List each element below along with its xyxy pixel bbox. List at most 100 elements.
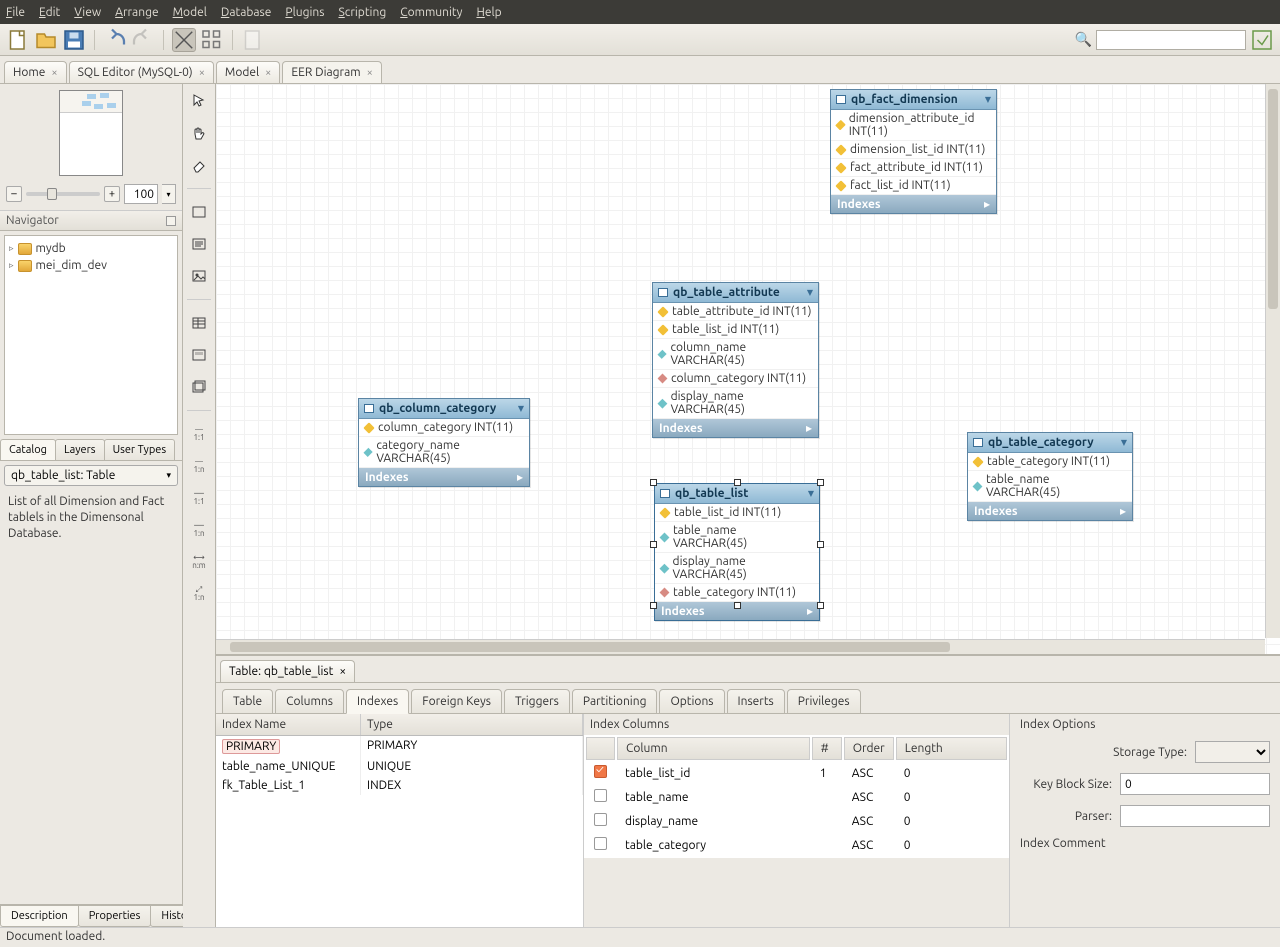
- resize-handle[interactable]: [734, 602, 741, 609]
- col-index-type[interactable]: Type: [361, 714, 583, 735]
- expand-icon[interactable]: ▸: [984, 197, 990, 211]
- entity-qb-table-attribute[interactable]: qb_table_attribute▼ table_attribute_id I…: [652, 282, 819, 438]
- column-checkbox[interactable]: [594, 789, 607, 802]
- entity-qb-fact-dimension[interactable]: qb_fact_dimension▼ dimension_attribute_i…: [830, 89, 997, 214]
- close-icon[interactable]: ×: [51, 67, 57, 79]
- chevron-down-icon[interactable]: ▼: [808, 489, 814, 498]
- tree-item-mei-dim-dev[interactable]: ▹mei_dim_dev: [7, 257, 175, 274]
- close-icon[interactable]: ×: [339, 665, 346, 678]
- tab-home[interactable]: Home×: [4, 61, 67, 83]
- rel-1-n-id-tool-icon[interactable]: ──1:n: [187, 519, 211, 541]
- index-column-row[interactable]: display_nameASC0: [586, 810, 1007, 832]
- index-row[interactable]: table_name_UNIQUE UNIQUE: [216, 757, 583, 776]
- index-row[interactable]: PRIMARY PRIMARY: [216, 736, 583, 757]
- resize-handle[interactable]: [817, 541, 824, 548]
- subtab-table[interactable]: Table: [222, 689, 273, 714]
- rel-existing-tool-icon[interactable]: ⤢1:n: [187, 583, 211, 605]
- save-icon[interactable]: [62, 28, 86, 52]
- layer-tool-icon[interactable]: [187, 201, 211, 223]
- key-block-size-input[interactable]: [1120, 773, 1270, 795]
- entity-qb-column-category[interactable]: qb_column_category▼ column_category INT(…: [358, 398, 530, 487]
- subtab-foreign-keys[interactable]: Foreign Keys: [411, 689, 502, 714]
- doc-icon[interactable]: [241, 28, 265, 52]
- menu-edit[interactable]: Edit: [39, 6, 60, 19]
- subtab-inserts[interactable]: Inserts: [727, 689, 785, 714]
- entity-qb-table-list[interactable]: qb_table_list▼ table_list_id INT(11) tab…: [654, 483, 820, 621]
- subtab-columns[interactable]: Columns: [275, 689, 344, 714]
- menu-scripting[interactable]: Scripting: [338, 6, 386, 19]
- expand-icon[interactable]: ▸: [517, 470, 523, 484]
- entity-qb-table-category[interactable]: qb_table_category▼ table_category INT(11…: [967, 432, 1133, 521]
- pointer-tool-icon[interactable]: [187, 90, 211, 112]
- tab-description[interactable]: Description: [0, 905, 79, 927]
- tab-properties[interactable]: Properties: [78, 905, 152, 927]
- storage-type-select[interactable]: [1195, 741, 1270, 763]
- menu-file[interactable]: File: [6, 6, 25, 19]
- search-input[interactable]: [1096, 30, 1246, 50]
- tab-catalog[interactable]: Catalog: [0, 439, 56, 460]
- column-checkbox[interactable]: [594, 813, 607, 826]
- menu-help[interactable]: Help: [476, 6, 501, 19]
- index-row[interactable]: fk_Table_List_1 INDEX: [216, 776, 583, 795]
- resize-handle[interactable]: [650, 541, 657, 548]
- zoom-input[interactable]: [124, 184, 158, 204]
- expand-icon[interactable]: ▸: [1120, 504, 1126, 518]
- rel-n-m-tool-icon[interactable]: ⟷n:m: [187, 551, 211, 573]
- zoom-in-icon[interactable]: +: [104, 186, 120, 202]
- resize-handle[interactable]: [650, 479, 657, 486]
- index-column-row[interactable]: table_nameASC0: [586, 786, 1007, 808]
- view-tool-icon[interactable]: [187, 344, 211, 366]
- routine-group-tool-icon[interactable]: [187, 376, 211, 398]
- eraser-tool-icon[interactable]: [187, 154, 211, 176]
- col-index-name[interactable]: Index Name: [216, 714, 361, 735]
- redo-icon[interactable]: [131, 28, 155, 52]
- tree-item-mydb[interactable]: ▹mydb: [7, 240, 175, 257]
- expand-icon[interactable]: ▸: [807, 604, 813, 618]
- menu-arrange[interactable]: Arrange: [115, 6, 158, 19]
- tab-sql-editor[interactable]: SQL Editor (MySQL-0)×: [69, 61, 214, 83]
- open-file-icon[interactable]: [34, 28, 58, 52]
- undo-icon[interactable]: [103, 28, 127, 52]
- subtab-privileges[interactable]: Privileges: [787, 689, 861, 714]
- zoom-out-icon[interactable]: –: [6, 186, 22, 202]
- tab-eer-diagram[interactable]: EER Diagram×: [282, 61, 381, 83]
- grid-align-icon[interactable]: [200, 28, 224, 52]
- chevron-down-icon[interactable]: ▼: [807, 288, 813, 297]
- menu-model[interactable]: Model: [173, 6, 207, 19]
- grid-toggle-icon[interactable]: [172, 28, 196, 52]
- search-go-icon[interactable]: [1250, 28, 1274, 52]
- resize-handle[interactable]: [650, 602, 657, 609]
- tab-user-types[interactable]: User Types: [104, 439, 176, 460]
- chevron-down-icon[interactable]: ▼: [1121, 438, 1127, 447]
- rel-1-1-tool-icon[interactable]: ⎯⎯1:1: [187, 423, 211, 445]
- panel-collapse-icon[interactable]: [166, 216, 176, 226]
- close-icon[interactable]: ×: [367, 67, 373, 79]
- close-icon[interactable]: ×: [199, 67, 205, 79]
- menu-view[interactable]: View: [74, 6, 101, 19]
- rel-1-1-id-tool-icon[interactable]: ──1:1: [187, 487, 211, 509]
- subtab-partitioning[interactable]: Partitioning: [572, 689, 658, 714]
- expand-icon[interactable]: ▸: [806, 421, 812, 435]
- rel-1-n-tool-icon[interactable]: ⎯⎯1:n: [187, 455, 211, 477]
- index-column-row[interactable]: table_categoryASC0: [586, 834, 1007, 856]
- subtab-indexes[interactable]: Indexes: [346, 689, 409, 714]
- horizontal-scrollbar[interactable]: [216, 639, 1265, 654]
- index-column-row[interactable]: table_list_id1ASC0: [586, 762, 1007, 784]
- editor-tab-table[interactable]: Table: qb_table_list×: [220, 660, 355, 682]
- resize-handle[interactable]: [817, 602, 824, 609]
- subtab-options[interactable]: Options: [659, 689, 724, 714]
- tab-layers[interactable]: Layers: [55, 439, 105, 460]
- hand-tool-icon[interactable]: [187, 122, 211, 144]
- zoom-slider[interactable]: [26, 192, 100, 196]
- parser-input[interactable]: [1120, 805, 1270, 827]
- table-tool-icon[interactable]: [187, 312, 211, 334]
- vertical-scrollbar[interactable]: [1265, 84, 1280, 638]
- column-checkbox[interactable]: [594, 765, 607, 778]
- image-tool-icon[interactable]: [187, 265, 211, 287]
- resize-handle[interactable]: [734, 479, 741, 486]
- diagram-canvas[interactable]: qb_fact_dimension▼ dimension_attribute_i…: [216, 84, 1280, 655]
- subtab-triggers[interactable]: Triggers: [504, 689, 570, 714]
- object-selector[interactable]: qb_table_list: Table▾: [4, 465, 178, 486]
- menu-plugins[interactable]: Plugins: [285, 6, 324, 19]
- menu-database[interactable]: Database: [221, 6, 272, 19]
